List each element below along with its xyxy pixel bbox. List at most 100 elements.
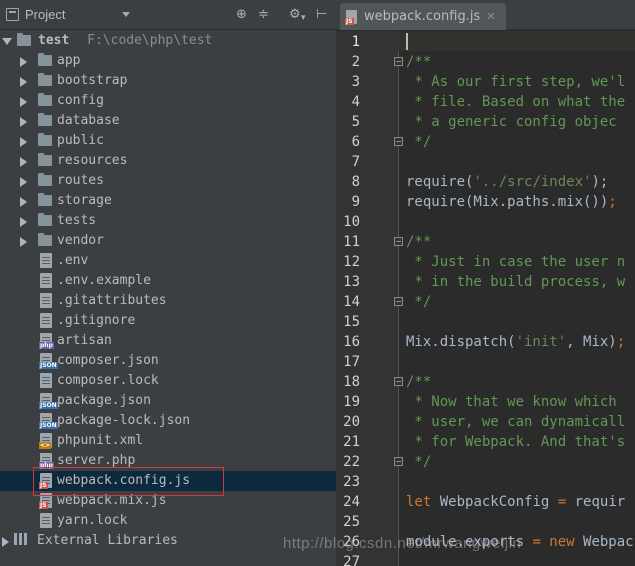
folder-icon: [38, 233, 52, 246]
collapse-all-icon[interactable]: ≑: [258, 8, 269, 22]
tree-file-row[interactable]: JSON composer.json: [0, 351, 336, 371]
line-number: 8: [351, 174, 360, 190]
folder-icon: [38, 113, 52, 126]
line-number: 16: [343, 334, 360, 350]
expand-arrow-icon[interactable]: [2, 38, 12, 45]
tree-file-row[interactable]: <> phpunit.xml: [0, 431, 336, 451]
external-libraries-label: External Libraries: [37, 533, 178, 548]
tab-webpack-config[interactable]: JS webpack.config.js ✕: [340, 3, 506, 30]
expand-arrow-icon[interactable]: [20, 197, 27, 207]
fold-icon[interactable]: [394, 297, 403, 306]
fold-icon[interactable]: [394, 57, 403, 66]
expand-arrow-icon[interactable]: [20, 177, 27, 187]
gear-icon[interactable]: ⚙: [289, 8, 301, 22]
tree-file-row[interactable]: .env.example: [0, 271, 336, 291]
file-icon: <>: [39, 433, 52, 449]
expand-arrow-icon[interactable]: [20, 97, 27, 107]
tree-file-row[interactable]: .gitattributes: [0, 291, 336, 311]
line-number: 11: [343, 234, 360, 250]
folder-label: vendor: [57, 233, 104, 248]
code-line-2: /**: [406, 54, 432, 70]
file-label: .env: [57, 253, 89, 268]
expand-arrow-icon[interactable]: [20, 117, 27, 127]
line-number: 5: [351, 114, 360, 130]
tree-file-row[interactable]: JSON package-lock.json: [0, 411, 336, 431]
tree-folder-resources[interactable]: resources: [0, 151, 336, 171]
expand-arrow-icon[interactable]: [20, 137, 27, 147]
close-icon[interactable]: ✕: [486, 10, 495, 23]
fold-icon[interactable]: [394, 137, 403, 146]
tree-root-row[interactable]: test F:\code\php\test: [0, 31, 336, 51]
tree-file-row[interactable]: php artisan: [0, 331, 336, 351]
tree-folder-app[interactable]: app: [0, 51, 336, 71]
fold-icon[interactable]: [394, 377, 403, 386]
tree-folder-config[interactable]: config: [0, 91, 336, 111]
locate-target-icon[interactable]: ⊕: [236, 8, 247, 22]
file-label: yarn.lock: [57, 513, 128, 528]
code-line-13: * in the build process, w: [406, 274, 626, 290]
folder-label: bootstrap: [57, 73, 128, 88]
folder-icon: [38, 53, 52, 66]
expand-arrow-icon[interactable]: [20, 57, 27, 67]
tree-file-row[interactable]: JSON package.json: [0, 391, 336, 411]
code-line-9: require(Mix.paths.mix());: [406, 194, 617, 210]
line-number: 25: [343, 514, 360, 530]
line-number: 21: [343, 434, 360, 450]
fold-icon[interactable]: [394, 237, 403, 246]
tree-file-row[interactable]: .env: [0, 251, 336, 271]
tree-file-row[interactable]: composer.lock: [0, 371, 336, 391]
expand-arrow-icon[interactable]: [20, 77, 27, 87]
expand-arrow-icon[interactable]: [20, 217, 27, 227]
hide-panel-icon[interactable]: ⊢: [316, 8, 327, 22]
code-line-20: * user, we can dynamicall: [406, 414, 626, 430]
line-number: 1: [351, 34, 360, 50]
code-line-16: Mix.dispatch('init', Mix);: [406, 334, 626, 350]
code-editor[interactable]: JS webpack.config.js ✕ 1 2 3 4 5 6 7 8 9 10 11 12 13…: [336, 0, 635, 566]
tree-folder-vendor[interactable]: vendor: [0, 231, 336, 251]
file-icon: JSON: [39, 353, 58, 369]
tree-folder-bootstrap[interactable]: bootstrap: [0, 71, 336, 91]
tree-folder-routes[interactable]: routes: [0, 171, 336, 191]
code-line-19: * Now that we know which: [406, 394, 617, 410]
project-view-selector[interactable]: Project: [25, 7, 65, 22]
file-label: .env.example: [57, 273, 151, 288]
gear-dropdown-icon[interactable]: ▾: [301, 11, 306, 25]
root-folder-path: F:\code\php\test: [87, 33, 213, 48]
selected-file-highlight-box: [33, 467, 224, 496]
project-panel: Project ⊕ ≑ ⚙ ▾ ⊢ test F:\code\php\test …: [0, 0, 336, 566]
line-number: 2: [351, 54, 360, 70]
file-label: .gitattributes: [57, 293, 167, 308]
line-number: 24: [343, 494, 360, 510]
project-panel-header: Project ⊕ ≑ ⚙ ▾ ⊢: [0, 0, 336, 30]
folder-icon: [38, 73, 52, 86]
expand-arrow-icon[interactable]: [20, 157, 27, 167]
line-number: 3: [351, 74, 360, 90]
folder-icon: [38, 153, 52, 166]
file-icon: JSON: [39, 413, 58, 429]
tree-folder-tests[interactable]: tests: [0, 211, 336, 231]
text-caret: [406, 33, 408, 50]
tree-file-row[interactable]: yarn.lock: [0, 511, 336, 531]
code-line-4: * file. Based on what the: [406, 94, 626, 110]
tree-folder-storage[interactable]: storage: [0, 191, 336, 211]
line-number: 9: [351, 194, 360, 210]
tab-label: webpack.config.js: [364, 9, 481, 24]
line-number: 14: [343, 294, 360, 310]
file-icon: [40, 313, 52, 328]
expand-arrow-icon[interactable]: [20, 237, 27, 247]
tree-file-row[interactable]: .gitignore: [0, 311, 336, 331]
folder-label: routes: [57, 173, 104, 188]
code-line-18: /**: [406, 374, 432, 390]
chevron-down-icon[interactable]: [122, 12, 130, 17]
code-line-22: */: [406, 454, 432, 470]
file-icon: [40, 373, 52, 388]
tree-folder-public[interactable]: public: [0, 131, 336, 151]
folder-icon: [38, 133, 52, 146]
folder-label: tests: [57, 213, 97, 228]
fold-icon[interactable]: [394, 457, 403, 466]
expand-arrow-icon[interactable]: [2, 537, 9, 547]
code-line-11: /**: [406, 234, 432, 250]
tree-folder-database[interactable]: database: [0, 111, 336, 131]
line-number: 10: [343, 214, 360, 230]
js-file-icon: JS: [345, 9, 357, 25]
